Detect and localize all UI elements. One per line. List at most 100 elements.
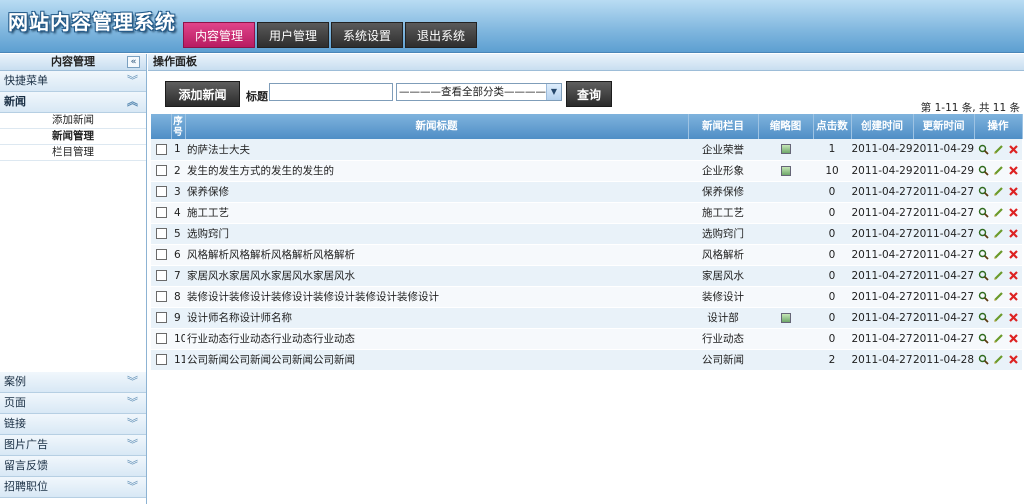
table-row: 1 的萨法士大夫 企业荣誉 1 2011-04-29 2011-04-29 <box>151 139 1022 161</box>
sidebar-item-add-news[interactable]: 添加新闻 <box>0 113 146 129</box>
row-checkbox[interactable] <box>155 228 167 239</box>
sidebar-section-jobs[interactable]: 招聘职位 ︾ <box>0 477 146 498</box>
row-select-cell <box>151 181 171 203</box>
row-actions <box>974 307 1022 329</box>
magnifier-icon[interactable] <box>978 354 989 365</box>
delete-x-icon[interactable] <box>1008 270 1019 281</box>
magnifier-icon[interactable] <box>978 186 989 197</box>
news-category: 设计部 <box>688 307 758 329</box>
thumbnail-icon[interactable] <box>780 165 791 176</box>
click-count: 0 <box>813 202 851 224</box>
click-count: 2 <box>813 349 851 371</box>
query-button[interactable]: 查询 <box>566 81 612 107</box>
delete-x-icon[interactable] <box>1008 249 1019 260</box>
row-actions <box>974 349 1022 371</box>
pencil-icon[interactable] <box>993 333 1004 344</box>
tab-content-management[interactable]: 内容管理 <box>183 22 256 48</box>
created-time: 2011-04-27 <box>851 202 913 224</box>
created-time: 2011-04-29 <box>851 139 913 161</box>
delete-x-icon[interactable] <box>1008 291 1019 302</box>
row-checkbox[interactable] <box>155 270 167 281</box>
updated-time: 2011-04-27 <box>913 307 974 329</box>
header-seq: 序号 <box>171 114 186 139</box>
sidebar-section-shortcuts[interactable]: 快捷菜单 ︾ <box>0 71 146 92</box>
row-actions <box>974 202 1022 224</box>
row-checkbox[interactable] <box>155 249 167 260</box>
collapse-sidebar-icon[interactable]: « <box>127 56 140 68</box>
magnifier-icon[interactable] <box>978 165 989 176</box>
news-title: 行业动态行业动态行业动态行业动态 <box>185 328 688 350</box>
row-actions <box>974 265 1022 287</box>
delete-x-icon[interactable] <box>1008 144 1019 155</box>
pencil-icon[interactable] <box>993 354 1004 365</box>
row-checkbox[interactable] <box>155 333 167 344</box>
pencil-icon[interactable] <box>993 186 1004 197</box>
magnifier-icon[interactable] <box>978 270 989 281</box>
sidebar-item-column-management[interactable]: 栏目管理 <box>0 145 146 161</box>
sidebar-item-news-management[interactable]: 新闻管理 <box>0 129 146 145</box>
sidebar-section-feedback[interactable]: 留言反馈 ︾ <box>0 456 146 477</box>
add-news-button[interactable]: 添加新闻 <box>165 81 240 107</box>
thumb-cell <box>758 139 813 161</box>
row-actions <box>974 139 1022 161</box>
created-time: 2011-04-27 <box>851 181 913 203</box>
magnifier-icon[interactable] <box>978 333 989 344</box>
thumbnail-icon[interactable] <box>780 144 791 155</box>
magnifier-icon[interactable] <box>978 207 989 218</box>
magnifier-icon[interactable] <box>978 228 989 239</box>
delete-x-icon[interactable] <box>1008 354 1019 365</box>
title-search-input[interactable] <box>269 83 393 101</box>
sidebar-section-cases[interactable]: 案例 ︾ <box>0 372 146 393</box>
tab-system-settings[interactable]: 系统设置 <box>331 22 404 48</box>
pencil-icon[interactable] <box>993 249 1004 260</box>
click-count: 0 <box>813 181 851 203</box>
tab-user-management[interactable]: 用户管理 <box>257 22 330 48</box>
row-checkbox[interactable] <box>155 312 167 323</box>
magnifier-icon[interactable] <box>978 249 989 260</box>
pagination-info: 第 1-11 条, 共 11 条 <box>920 102 1020 114</box>
delete-x-icon[interactable] <box>1008 228 1019 239</box>
pencil-icon[interactable] <box>993 144 1004 155</box>
pencil-icon[interactable] <box>993 165 1004 176</box>
main-panel: 操作面板 添加新闻 标题 ————查看全部分类———— ▼ 查询 第 1-11 … <box>148 54 1024 504</box>
thumb-cell <box>758 349 813 371</box>
sidebar-section-image-ads[interactable]: 图片广告 ︾ <box>0 435 146 456</box>
sidebar-section-label: 新闻 <box>4 95 26 108</box>
row-checkbox[interactable] <box>155 186 167 197</box>
magnifier-icon[interactable] <box>978 144 989 155</box>
row-checkbox[interactable] <box>155 165 167 176</box>
row-checkbox[interactable] <box>155 207 167 218</box>
row-checkbox[interactable] <box>155 354 167 365</box>
row-actions <box>974 286 1022 308</box>
pencil-icon[interactable] <box>993 270 1004 281</box>
magnifier-icon[interactable] <box>978 312 989 323</box>
magnifier-icon[interactable] <box>978 291 989 302</box>
category-select[interactable]: ————查看全部分类———— ▼ <box>396 83 562 101</box>
row-number: 1 <box>171 139 185 161</box>
row-select-cell <box>151 307 171 329</box>
pencil-icon[interactable] <box>993 228 1004 239</box>
sidebar-section-news[interactable]: 新闻 ︽ <box>0 92 146 113</box>
row-number: 3 <box>171 181 185 203</box>
thumbnail-icon[interactable] <box>780 312 791 323</box>
delete-x-icon[interactable] <box>1008 312 1019 323</box>
pencil-icon[interactable] <box>993 207 1004 218</box>
delete-x-icon[interactable] <box>1008 207 1019 218</box>
pencil-icon[interactable] <box>993 312 1004 323</box>
delete-x-icon[interactable] <box>1008 186 1019 197</box>
sidebar-section-links[interactable]: 链接 ︾ <box>0 414 146 435</box>
row-checkbox[interactable] <box>155 291 167 302</box>
created-time: 2011-04-27 <box>851 244 913 266</box>
delete-x-icon[interactable] <box>1008 165 1019 176</box>
table-row: 10行业动态行业动态行业动态行业动态行业动态02011-04-272011-04… <box>151 328 1022 350</box>
chevron-down-icon: ︾ <box>127 396 138 409</box>
click-count: 0 <box>813 223 851 245</box>
pencil-icon[interactable] <box>993 291 1004 302</box>
header-checkbox-col <box>151 114 172 139</box>
chevron-down-icon: ︾ <box>127 417 138 430</box>
tab-logout[interactable]: 退出系统 <box>405 22 478 48</box>
row-checkbox[interactable] <box>155 143 167 155</box>
sidebar-section-pages[interactable]: 页面 ︾ <box>0 393 146 414</box>
news-category: 装修设计 <box>688 286 758 308</box>
delete-x-icon[interactable] <box>1008 333 1019 344</box>
